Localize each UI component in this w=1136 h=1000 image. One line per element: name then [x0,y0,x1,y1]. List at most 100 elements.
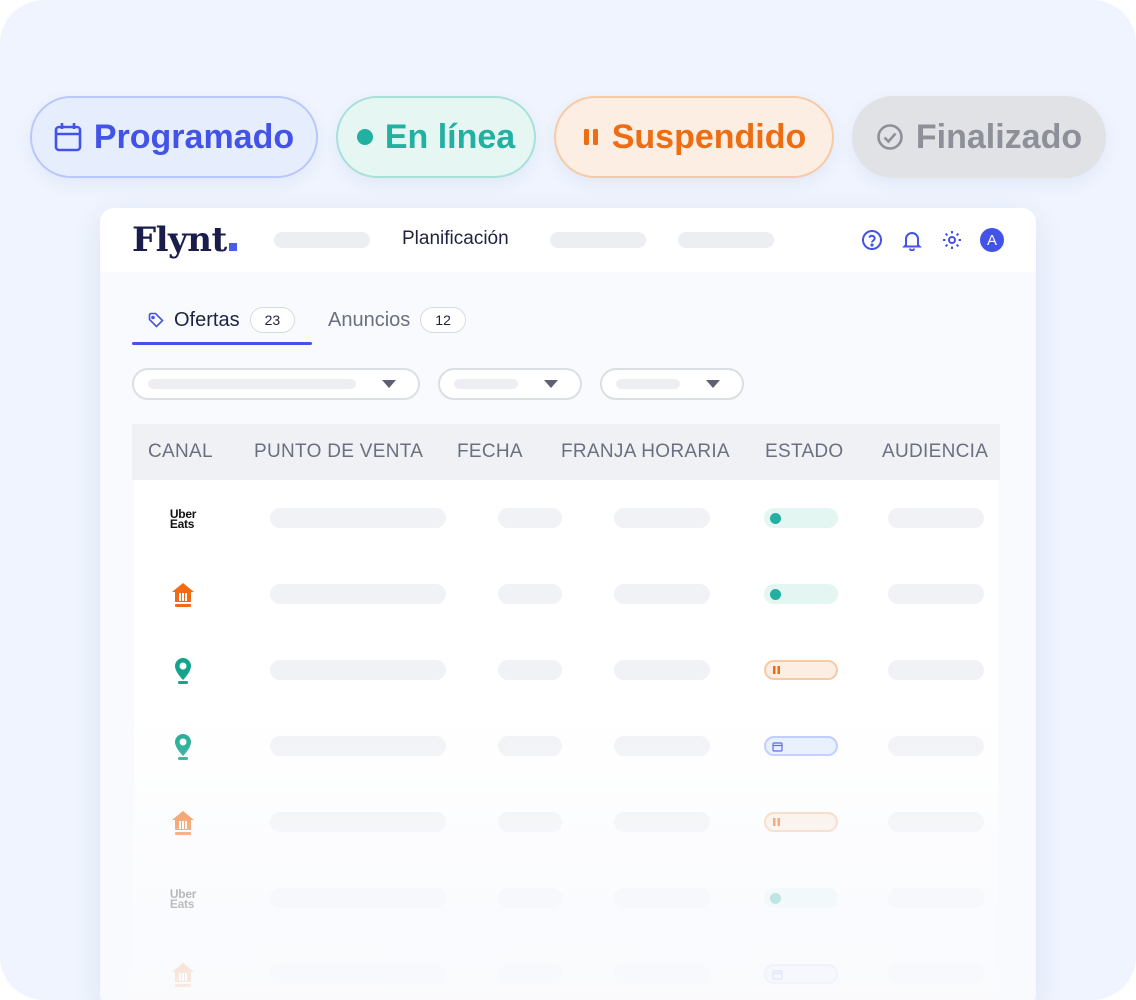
table-row[interactable] [134,708,998,784]
cell-placeholder [614,964,710,984]
cell-placeholder [888,964,984,984]
location-pin-icon [158,730,208,764]
calendar-icon [772,741,783,752]
location-pin-icon [158,654,208,688]
cell-placeholder [888,660,984,680]
status-pill-suspended [764,812,838,832]
check-circle-icon [877,124,903,150]
tab-count-badge: 23 [249,307,296,333]
cell-placeholder [888,812,984,832]
app-logo[interactable]: Flynt [132,220,237,260]
column-header-punto-de-venta[interactable]: PUNTO DE VENTA [254,441,423,463]
live-dot-icon [356,129,373,145]
status-chip-scheduled: Programado [30,96,318,178]
caret-down-icon [706,380,720,388]
column-header-fecha[interactable]: FECHA [457,441,523,463]
gear-icon[interactable] [940,228,964,252]
pause-icon [773,818,780,826]
live-dot-icon [770,588,781,600]
calendar-icon [54,123,82,152]
table-body: Uber Eats Uber Eats [134,480,998,1000]
table-row[interactable] [134,936,998,1000]
status-legend: Programado En línea Suspendido Finalizad… [30,96,1106,178]
table-row[interactable] [134,556,998,632]
status-chip-live: En línea [336,96,536,178]
nav-item-planificacion[interactable]: Planificación [402,228,509,250]
topbar-actions: A [860,228,1004,252]
status-pill-live [764,888,838,908]
table-row[interactable] [134,784,998,860]
calendar-icon [772,969,783,980]
filter-placeholder [616,379,680,389]
uber-eats-logo: Uber Eats [169,507,197,531]
cell-placeholder [270,888,446,908]
cell-placeholder [270,584,446,604]
cell-placeholder [270,736,446,756]
cell-placeholder [888,736,984,756]
status-chip-finished: Finalizado [852,96,1106,178]
status-chip-label: Finalizado [915,117,1083,156]
nav-item-placeholder[interactable] [678,232,774,248]
column-header-franja-horaria[interactable]: FRANJA HORARIA [561,441,730,463]
cell-placeholder [498,736,562,756]
filter-dropdown[interactable] [438,368,582,400]
status-chip-label: Suspendido [611,117,807,156]
user-avatar[interactable]: A [980,228,1004,252]
status-pill-suspended [764,660,838,680]
cell-placeholder [614,736,710,756]
tab-label: Ofertas [174,308,240,331]
cell-placeholder [498,888,562,908]
pause-icon [583,129,598,145]
cell-placeholder [498,964,562,984]
column-header-canal[interactable]: CANAL [148,441,213,463]
tag-icon [148,312,164,328]
tab-ofertas[interactable]: Ofertas 23 [148,304,296,336]
column-header-audiencia[interactable]: AUDIENCIA [882,441,988,463]
status-chip-label: En línea [384,117,516,156]
bell-icon[interactable] [900,228,924,252]
caret-down-icon [544,380,558,388]
cell-placeholder [270,964,446,984]
status-pill-scheduled [764,736,838,756]
status-chip-label: Programado [93,117,295,156]
cell-placeholder [888,508,984,528]
column-header-estado[interactable]: ESTADO [765,441,844,463]
cell-placeholder [614,508,710,528]
cell-placeholder [614,888,710,908]
status-pill-live [764,584,838,604]
help-icon[interactable] [860,228,884,252]
tab-count-badge: 12 [420,307,466,333]
status-chip-suspended: Suspendido [554,96,834,178]
table-row[interactable]: Uber Eats [134,480,998,556]
filter-placeholder [148,379,356,389]
uber-eats-logo: Uber Eats [169,887,197,911]
cell-placeholder [270,660,446,680]
live-dot-icon [770,892,781,904]
cell-placeholder [888,584,984,604]
filter-placeholder [454,379,518,389]
filter-dropdown[interactable] [132,368,420,400]
cell-placeholder [270,812,446,832]
top-navigation-bar: Flynt Planificación A [100,208,1036,272]
live-dot-icon [770,512,781,524]
just-eat-logo [158,578,208,612]
tab-anuncios[interactable]: Anuncios 12 [328,304,466,336]
logo-dot [228,243,237,251]
status-pill-scheduled [764,964,838,984]
offers-table: CANAL PUNTO DE VENTA FECHA FRANJA HORARI… [132,424,1000,1000]
filter-dropdown[interactable] [600,368,744,400]
caret-down-icon [382,380,396,388]
tab-bar: Ofertas 23 Anuncios 12 [132,304,532,345]
table-row[interactable] [134,632,998,708]
cell-placeholder [498,508,562,528]
cell-placeholder [614,584,710,604]
cell-placeholder [888,888,984,908]
just-eat-logo [158,958,208,992]
nav-item-placeholder[interactable] [274,232,370,248]
nav-item-placeholder[interactable] [550,232,646,248]
table-row[interactable]: Uber Eats [134,860,998,936]
active-tab-indicator [132,342,312,345]
just-eat-logo [158,806,208,840]
app-window: Flynt Planificación A Ofertas 23 Anuncio… [100,208,1036,1000]
cell-placeholder [614,812,710,832]
